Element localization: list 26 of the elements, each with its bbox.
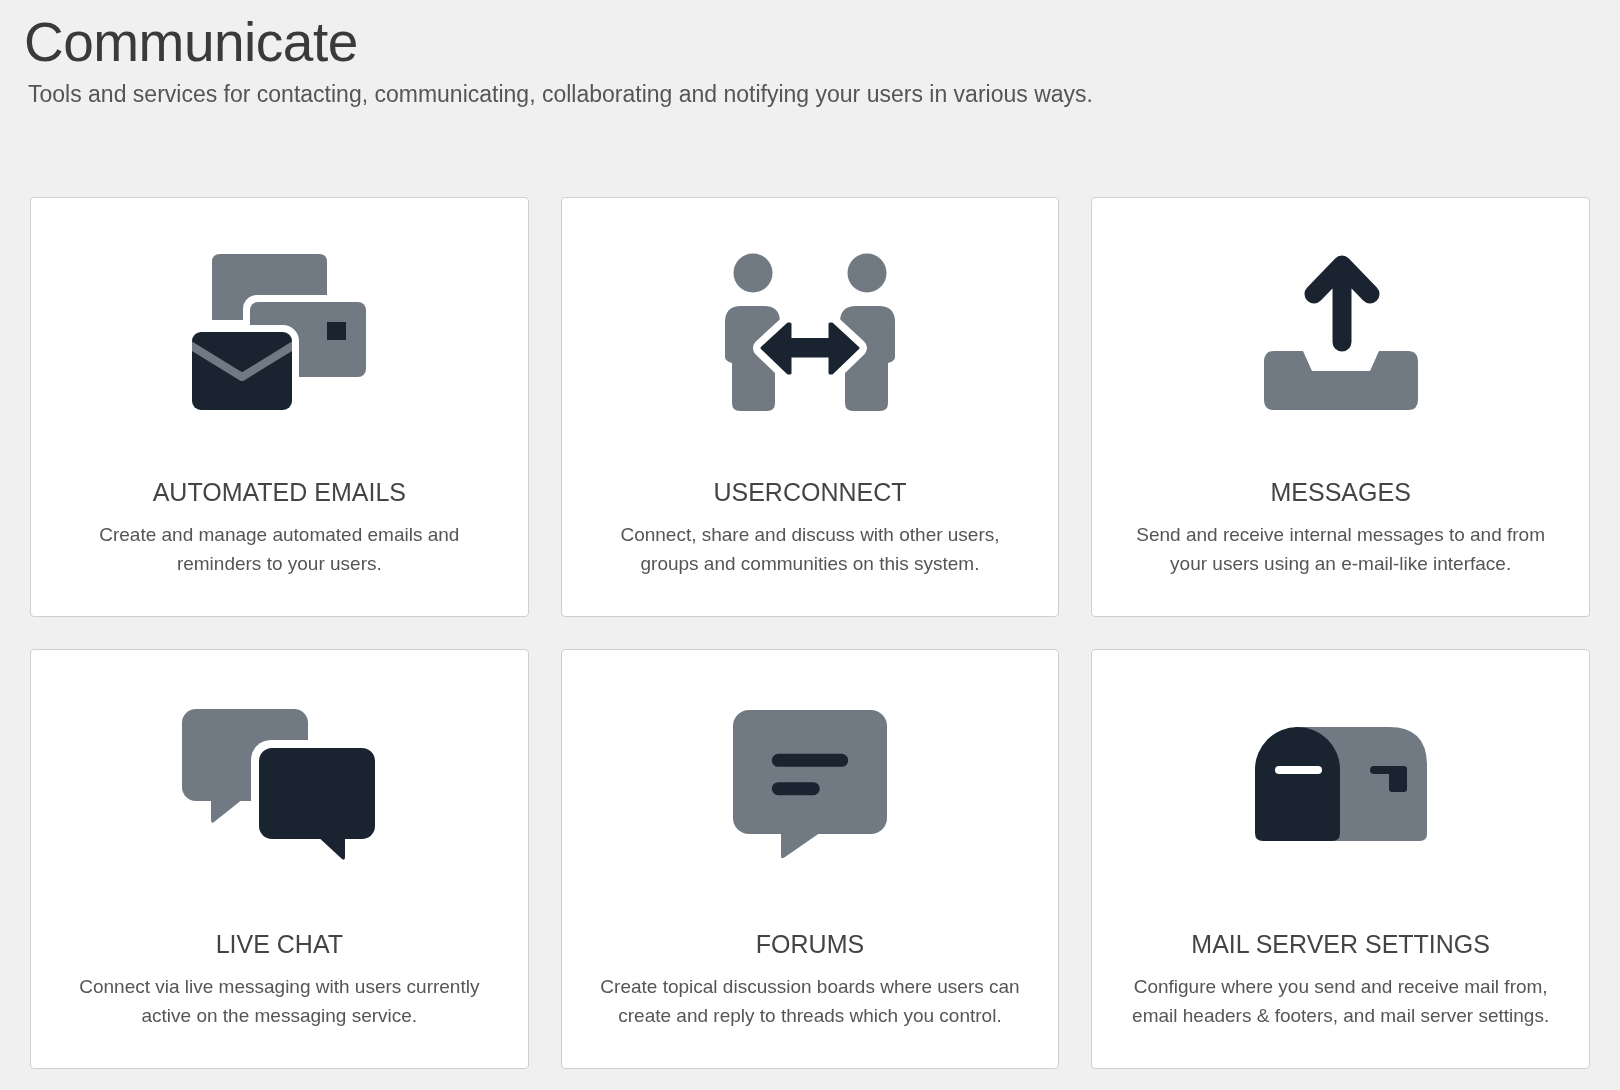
- card-description: Create and manage automated emails and reminders to your users.: [98, 523, 461, 576]
- card-title: USERCONNECT: [713, 477, 907, 508]
- card-title: FORUMS: [755, 929, 865, 960]
- card-description: Create topical discussion boards where users can create and reply to threads which you control.: [599, 975, 1021, 1028]
- tool-card[interactable]: USERCONNECT Connect, share and discuss with other users, groups and communities on this system.: [560, 197, 1060, 617]
- page-subtitle: Tools and services for contacting, communicating, collaborating and notifying your users in various ways.: [28, 80, 1093, 108]
- speech-bubble-icon: [733, 708, 887, 860]
- tool-card[interactable]: LIVE CHAT Connect via live messaging with users currently active on the messaging service.: [30, 649, 529, 1069]
- upload-tray-icon: [1263, 254, 1418, 410]
- card-title: LIVE CHAT: [215, 929, 343, 960]
- mailbox-icon: [1254, 727, 1427, 841]
- card-description: Connect, share and discuss with other users, groups and communities on this system.: [619, 523, 1001, 576]
- tool-card[interactable]: FORUMS Create topical discussion boards where users can create and reply to threads which you control.: [560, 649, 1060, 1069]
- tool-card[interactable]: MESSAGES Send and receive internal messages to and from your users using an e-mail-like interface.: [1091, 197, 1590, 617]
- page-title: Communicate: [24, 10, 358, 74]
- envelopes-icon: [192, 254, 367, 410]
- people-arrow-icon: [725, 253, 895, 411]
- chat-bubbles-icon: [182, 706, 377, 862]
- tool-card[interactable]: AUTOMATED EMAILS Create and manage automated emails and reminders to your users.: [30, 197, 529, 617]
- card-title: MAIL SERVER SETTINGS: [1191, 929, 1490, 960]
- card-description: Send and receive internal messages to and from your users using an e-mail-like interface.: [1135, 523, 1546, 576]
- tool-card[interactable]: MAIL SERVER SETTINGS Configure where you send and receive mail from, email headers & footers, and mail server settings.: [1091, 649, 1590, 1069]
- card-description: Connect via live messaging with users currently active on the messaging service.: [78, 975, 481, 1028]
- card-description: Configure where you send and receive mail from, email headers & footers, and mail server settings.: [1131, 975, 1551, 1028]
- card-title: AUTOMATED EMAILS: [152, 477, 406, 508]
- card-title: MESSAGES: [1270, 477, 1411, 508]
